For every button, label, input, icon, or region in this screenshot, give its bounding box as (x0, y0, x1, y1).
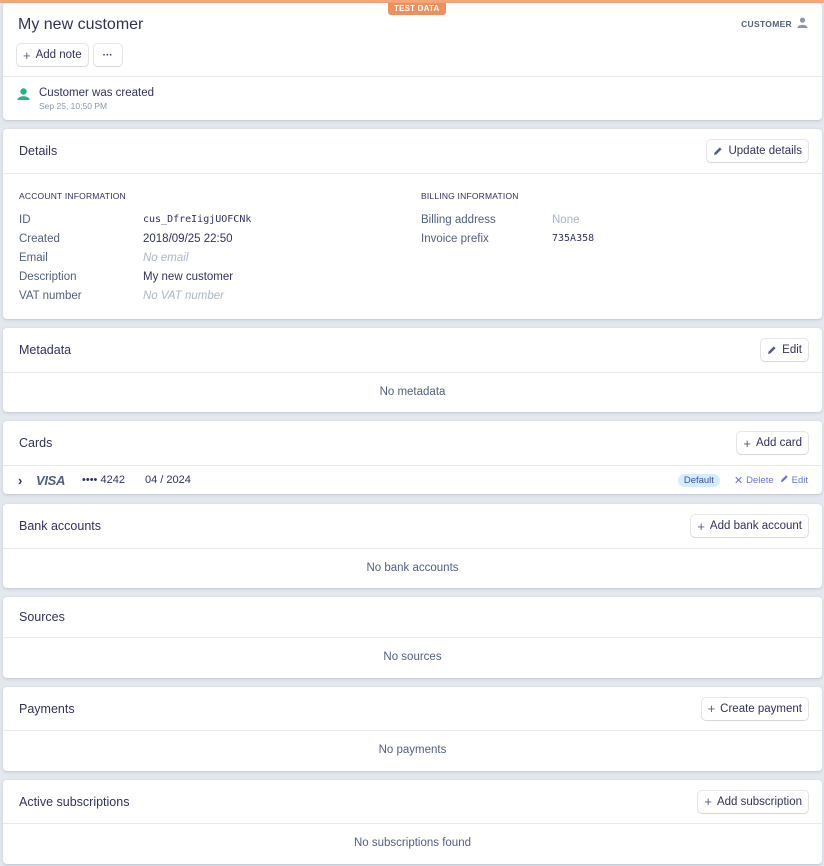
sources-title: Sources (19, 610, 65, 624)
add-note-button[interactable]: + Add note (17, 44, 88, 66)
bank-accounts-empty-state: No bank accounts (366, 562, 459, 574)
pencil-icon (780, 474, 789, 486)
info-label: Invoice prefix (421, 232, 489, 245)
metadata-title: Metadata (19, 343, 72, 357)
edit-label: Edit (782, 344, 802, 356)
billing-address-value: None (552, 213, 580, 226)
more-actions-button[interactable]: ··· (93, 44, 122, 66)
payments-empty-state: No payments (378, 744, 447, 756)
page-title: My new customer (18, 16, 144, 33)
payments-header: Payments + Create payment (3, 687, 822, 731)
event-time: Sep 25, 10:50 PM (39, 101, 108, 111)
edit-label: Edit (791, 474, 808, 486)
plus-icon: + (707, 701, 716, 716)
customer-created-icon (17, 88, 30, 111)
add-subscription-button[interactable]: + Add subscription (698, 790, 808, 813)
object-type-text: CUSTOMER (741, 18, 792, 29)
card-list-item[interactable]: › VISA •••• 4242 04 / 2024 Default ✕ Del… (3, 466, 822, 494)
cards-title: Cards (19, 436, 53, 450)
info-label: Created (19, 232, 60, 245)
plus-icon: + (743, 435, 751, 451)
subscriptions-title: Active subscriptions (19, 794, 130, 809)
divider (3, 76, 822, 77)
info-label: Billing address (421, 213, 496, 226)
payments-card: Payments + Create payment No payments (3, 687, 822, 771)
details-header: Details Update details (3, 129, 822, 174)
info-row-billing-address: Billing address None (421, 210, 801, 229)
metadata-header: Metadata Edit (3, 328, 822, 373)
metadata-empty-state: No metadata (379, 386, 446, 398)
card-last4: •••• 4242 (82, 474, 125, 486)
edit-card-button[interactable]: Edit (780, 474, 808, 486)
sources-card: Sources No sources (3, 597, 822, 678)
account-information: ACCOUNT INFORMATION ID cus_DfreIigjUOFCN… (19, 191, 399, 305)
person-icon (797, 17, 808, 30)
info-label: Email (19, 251, 48, 264)
info-row-created: Created 2018/09/25 22:50 (19, 229, 399, 248)
info-row-description: Description My new customer (19, 267, 399, 286)
add-card-button[interactable]: + Add card (737, 432, 808, 454)
event-text: Customer was created (39, 87, 155, 99)
update-details-label: Update details (728, 145, 802, 157)
add-subscription-label: Add subscription (716, 795, 802, 808)
pencil-icon (767, 345, 777, 355)
subscriptions-card: Active subscriptions + Add subscription … (3, 780, 822, 864)
created-value: 2018/09/25 22:50 (143, 232, 233, 245)
customer-id-value: cus_DfreIigjUOFCNk (143, 214, 252, 225)
sources-empty-state: No sources (383, 651, 442, 663)
object-type-label: CUSTOMER (741, 17, 808, 30)
visa-brand-logo: VISA (36, 472, 66, 488)
plus-icon: + (704, 794, 712, 809)
default-badge: Default (677, 473, 720, 487)
pencil-icon (713, 146, 723, 156)
sources-header: Sources (3, 597, 822, 638)
ellipsis-icon: ··· (102, 49, 113, 61)
bank-accounts-title: Bank accounts (19, 519, 101, 533)
info-row-id: ID cus_DfreIigjUOFCNk (19, 210, 399, 229)
cards-card: Cards + Add card › VISA •••• 4242 04 / 2… (3, 421, 822, 494)
info-row-invoice-prefix: Invoice prefix 735A358 (421, 229, 801, 248)
delete-card-button[interactable]: ✕ Delete (734, 474, 774, 487)
description-value: My new customer (143, 270, 234, 283)
test-data-badge: TEST DATA (388, 3, 446, 15)
customer-header-card: My new customer CUSTOMER + Add note ··· … (3, 3, 822, 120)
create-payment-label: Create payment (720, 702, 802, 715)
delete-label: Delete (746, 474, 774, 486)
plus-icon: + (23, 47, 31, 63)
info-row-email: Email No email (19, 248, 399, 267)
chevron-right-icon[interactable]: › (18, 473, 36, 488)
edit-metadata-button[interactable]: Edit (761, 339, 808, 361)
bank-accounts-header: Bank accounts + Add bank account (3, 504, 822, 549)
billing-info-heading: BILLING INFORMATION (421, 191, 519, 201)
add-note-label: Add note (35, 49, 82, 61)
info-label: VAT number (19, 289, 82, 302)
vat-value: No VAT number (143, 289, 224, 302)
bank-accounts-card: Bank accounts + Add bank account No bank… (3, 504, 822, 588)
add-card-label: Add card (755, 437, 802, 449)
invoice-prefix-value: 735A358 (552, 233, 595, 244)
subscriptions-header: Active subscriptions + Add subscription (3, 780, 822, 824)
account-info-heading: ACCOUNT INFORMATION (19, 191, 126, 201)
subscriptions-empty-state: No subscriptions found (354, 837, 471, 849)
email-value: No email (143, 251, 189, 264)
timeline-event: Customer was created Sep 25, 10:50 PM (17, 87, 154, 111)
info-label: ID (19, 213, 31, 226)
metadata-card: Metadata Edit No metadata (3, 328, 822, 412)
info-row-vat: VAT number No VAT number (19, 286, 399, 305)
plus-icon: + (697, 518, 705, 534)
add-bank-account-button[interactable]: + Add bank account (691, 515, 808, 537)
add-bank-account-label: Add bank account (709, 520, 802, 532)
info-label: Description (19, 270, 77, 283)
payments-title: Payments (19, 701, 75, 716)
billing-information: BILLING INFORMATION Billing address None… (421, 191, 801, 248)
card-expiry: 04 / 2024 (145, 474, 191, 486)
close-icon: ✕ (733, 474, 744, 487)
create-payment-button[interactable]: + Create payment (701, 697, 808, 720)
update-details-button[interactable]: Update details (707, 140, 808, 162)
cards-header: Cards + Add card (3, 421, 822, 466)
details-title: Details (19, 144, 58, 158)
details-card: Details Update details ACCOUNT INFORMATI… (3, 129, 822, 319)
